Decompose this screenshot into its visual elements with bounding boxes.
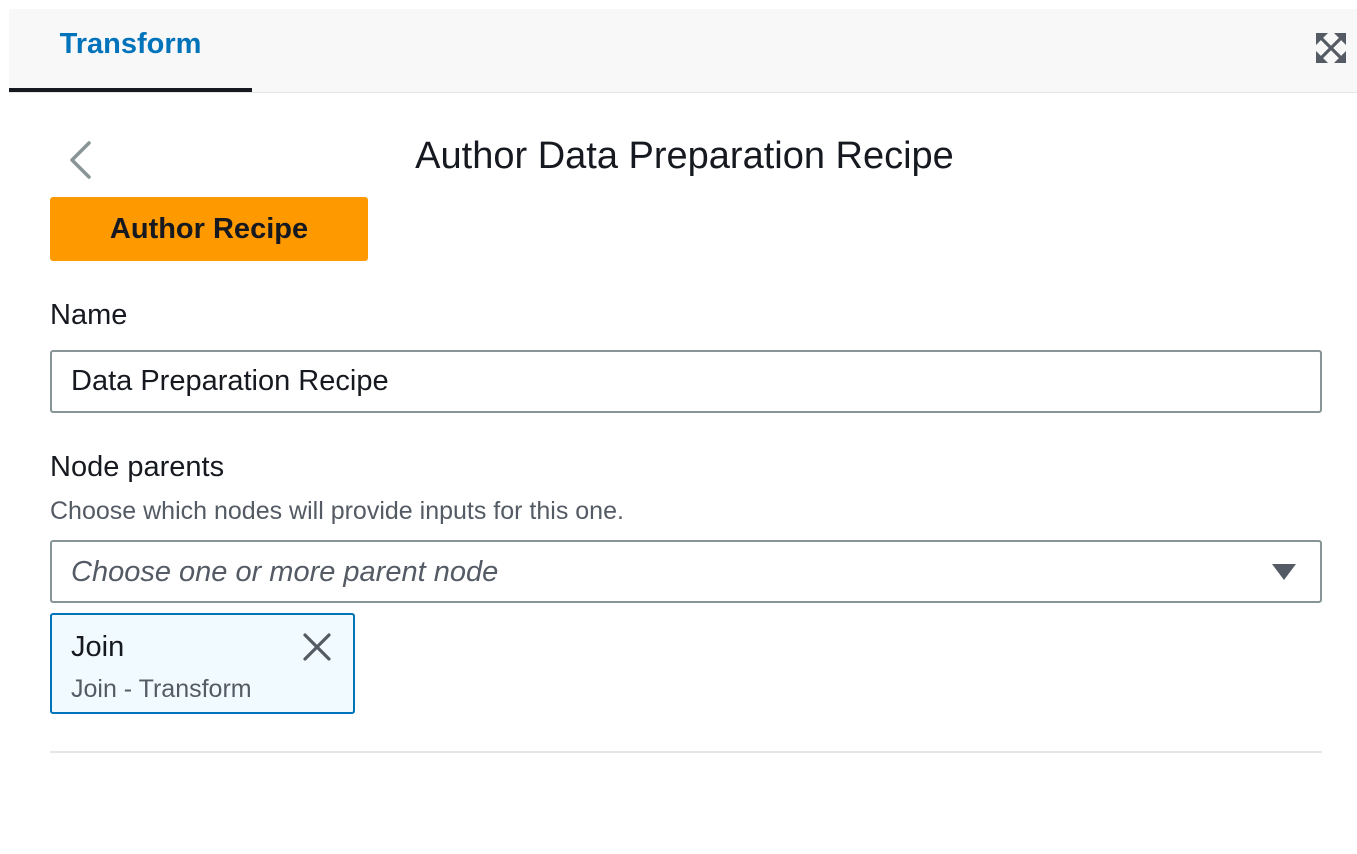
node-parents-description: Choose which nodes will provide inputs f… bbox=[50, 497, 624, 525]
tab-label: Transform bbox=[59, 28, 202, 60]
token-title: Join bbox=[71, 631, 125, 663]
close-icon bbox=[303, 633, 331, 661]
author-recipe-button[interactable]: Author Recipe bbox=[50, 197, 368, 261]
chevron-left-icon bbox=[70, 141, 91, 179]
name-input[interactable] bbox=[50, 350, 1322, 413]
page-title: Author Data Preparation Recipe bbox=[415, 135, 954, 177]
token-subtitle: Join - Transform bbox=[71, 675, 252, 703]
expand-arrows-icon bbox=[1315, 32, 1347, 64]
select-placeholder: Choose one or more parent node bbox=[71, 556, 499, 588]
transform-panel: Transform Author Data Preparation Recipe… bbox=[0, 0, 1357, 854]
section-divider bbox=[50, 751, 1322, 753]
parent-node-token: Join Join - Transform bbox=[50, 613, 355, 714]
tab-bar: Transform bbox=[9, 9, 1357, 93]
name-label: Name bbox=[50, 299, 128, 331]
back-button[interactable] bbox=[62, 138, 98, 182]
caret-down-icon bbox=[1272, 564, 1296, 580]
node-parents-label: Node parents bbox=[50, 451, 225, 483]
tab-transform[interactable]: Transform bbox=[9, 9, 252, 92]
node-parents-select[interactable]: Choose one or more parent node bbox=[50, 540, 1322, 603]
expand-button[interactable] bbox=[1314, 31, 1348, 65]
remove-token-button[interactable] bbox=[299, 629, 335, 665]
